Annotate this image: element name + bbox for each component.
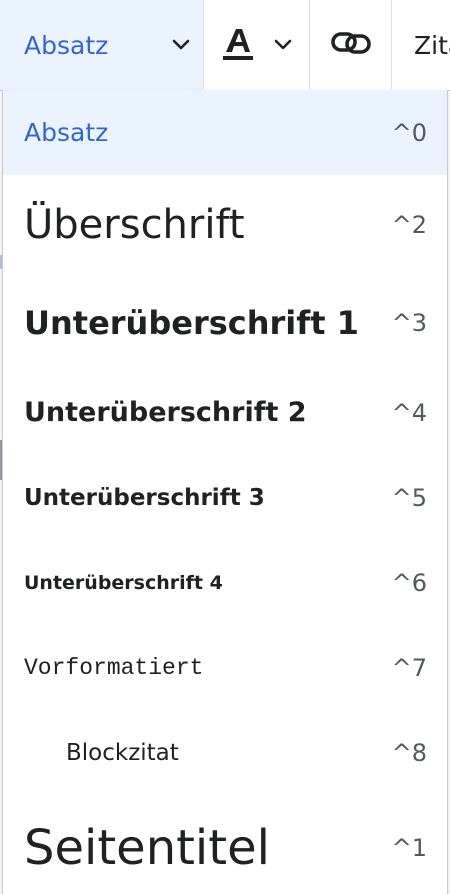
menu-item-shortcut: ^2 — [391, 211, 427, 239]
menu-item-shortcut: ^1 — [391, 833, 427, 862]
menu-item-label: Blockzitat — [66, 739, 179, 766]
chevron-down-icon — [171, 35, 191, 55]
menu-item-preformatted[interactable]: Vorformatiert ^7 — [3, 625, 447, 710]
menu-item-label: Unterüberschrift 1 — [24, 303, 359, 342]
editor-page: Absatz Zit Absatz ^0 Überschrift ^2 Unte… — [0, 0, 450, 894]
menu-item-shortcut: ^0 — [391, 118, 427, 147]
menu-item-label: Unterüberschrift 2 — [24, 397, 307, 428]
text-style-icon — [221, 26, 255, 64]
menu-item-label: Unterüberschrift 3 — [24, 484, 265, 511]
menu-item-subheading-1[interactable]: Unterüberschrift 1 ^3 — [3, 275, 447, 370]
paragraph-format-label: Absatz — [24, 30, 109, 60]
link-button[interactable] — [310, 0, 392, 90]
cite-label: Zitat — [414, 30, 450, 60]
menu-item-shortcut: ^5 — [391, 483, 427, 512]
link-icon — [330, 31, 371, 59]
chevron-down-icon — [273, 35, 293, 55]
menu-item-label: Seitentitel — [24, 819, 270, 876]
menu-item-label: Absatz — [24, 118, 109, 147]
menu-item-subheading-3[interactable]: Unterüberschrift 3 ^5 — [3, 455, 447, 540]
menu-item-label: Vorformatiert — [24, 654, 204, 681]
menu-item-shortcut: ^3 — [391, 308, 427, 337]
menu-item-subheading-4[interactable]: Unterüberschrift 4 ^6 — [3, 540, 447, 625]
menu-item-page-title[interactable]: Seitentitel ^1 — [3, 795, 447, 894]
menu-item-paragraph[interactable]: Absatz ^0 — [3, 90, 447, 175]
paragraph-format-dropdown[interactable]: Absatz — [0, 0, 204, 90]
menu-item-blockquote[interactable]: Blockzitat ^8 — [3, 710, 447, 795]
editor-toolbar: Absatz Zit — [0, 0, 450, 91]
menu-item-label: Unterüberschrift 4 — [24, 571, 223, 594]
menu-item-shortcut: ^8 — [391, 738, 427, 767]
menu-item-label: Überschrift — [24, 202, 245, 248]
menu-item-shortcut: ^4 — [391, 398, 427, 427]
menu-item-subheading-2[interactable]: Unterüberschrift 2 ^4 — [3, 370, 447, 455]
text-style-button[interactable] — [204, 0, 310, 90]
cite-button[interactable]: Zitat — [392, 0, 450, 90]
menu-item-shortcut: ^7 — [391, 653, 427, 682]
menu-item-heading[interactable]: Überschrift ^2 — [3, 175, 447, 275]
paragraph-format-menu: Absatz ^0 Überschrift ^2 Unterüberschrif… — [2, 90, 448, 894]
menu-item-shortcut: ^6 — [391, 568, 427, 597]
